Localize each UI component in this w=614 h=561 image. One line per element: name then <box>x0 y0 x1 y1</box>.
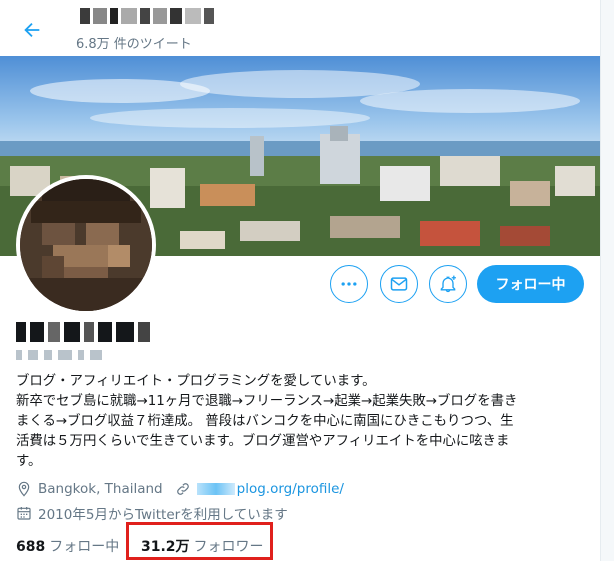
profile-page: 6.8万 件のツイート フォロー中 ブログ・アフィリエイト・プログラミングを愛し… <box>0 0 600 561</box>
following-button[interactable]: フォロー中 <box>477 265 584 303</box>
message-button[interactable] <box>380 265 418 303</box>
location-text: Bangkok, Thailand <box>38 481 163 497</box>
envelope-icon <box>390 277 408 291</box>
tweet-count: 6.8万 件のツイート <box>76 37 192 52</box>
scrollbar-track[interactable] <box>600 0 614 561</box>
bio-line: ブログ・アフィリエイト・プログラミングを愛しています。 <box>16 374 376 389</box>
bell-plus-icon <box>440 275 456 293</box>
calendar-icon <box>17 507 31 520</box>
back-button[interactable] <box>14 12 50 48</box>
following-label: フォロー中 <box>49 539 120 555</box>
more-dots-icon <box>341 282 357 286</box>
more-button[interactable] <box>330 265 368 303</box>
joined-text: 2010年5月からTwitterを利用しています <box>38 507 288 523</box>
url-redacted <box>196 483 235 495</box>
followers-highlight-box <box>126 522 273 560</box>
profile-header: 6.8万 件のツイート <box>0 0 600 56</box>
profile-url-text: plog.org/profile/ <box>236 481 344 497</box>
avatar[interactable] <box>16 175 156 315</box>
profile-meta-location: Bangkok, Thailand plog.org/profile/ <box>16 481 344 497</box>
profile-url-link[interactable]: plog.org/profile/ <box>196 481 344 497</box>
profile-meta-joined: 2010年5月からTwitterを利用しています <box>16 503 288 523</box>
arrow-left-icon <box>24 22 40 38</box>
bio-line: 活費は５万円くらいで生きています。ブログ運営やアフィリエイトを中心に呟きま <box>16 434 510 449</box>
following-stat[interactable]: 688 フォロー中 <box>16 536 119 556</box>
link-icon <box>176 483 189 495</box>
bio-line: 新卒でセブ島に就職→11ヶ月で退職→フリーランス→起業→起業失敗→ブログを書き <box>16 394 518 409</box>
display-name-redacted <box>16 322 176 344</box>
handle-redacted <box>16 350 136 364</box>
profile-bio: ブログ・アフィリエイト・プログラミングを愛しています。 新卒でセブ島に就職→11… <box>16 372 586 472</box>
bio-line: まくる→ブログ収益７桁達成。 普段はバンコクを中心に南国にひきこもりつつ、生 <box>16 414 514 429</box>
location-pin-icon <box>18 481 30 497</box>
following-count: 688 <box>16 539 46 555</box>
header-display-name-redacted <box>80 8 230 28</box>
notifications-button[interactable] <box>429 265 467 303</box>
bio-line: す。 <box>16 454 42 469</box>
